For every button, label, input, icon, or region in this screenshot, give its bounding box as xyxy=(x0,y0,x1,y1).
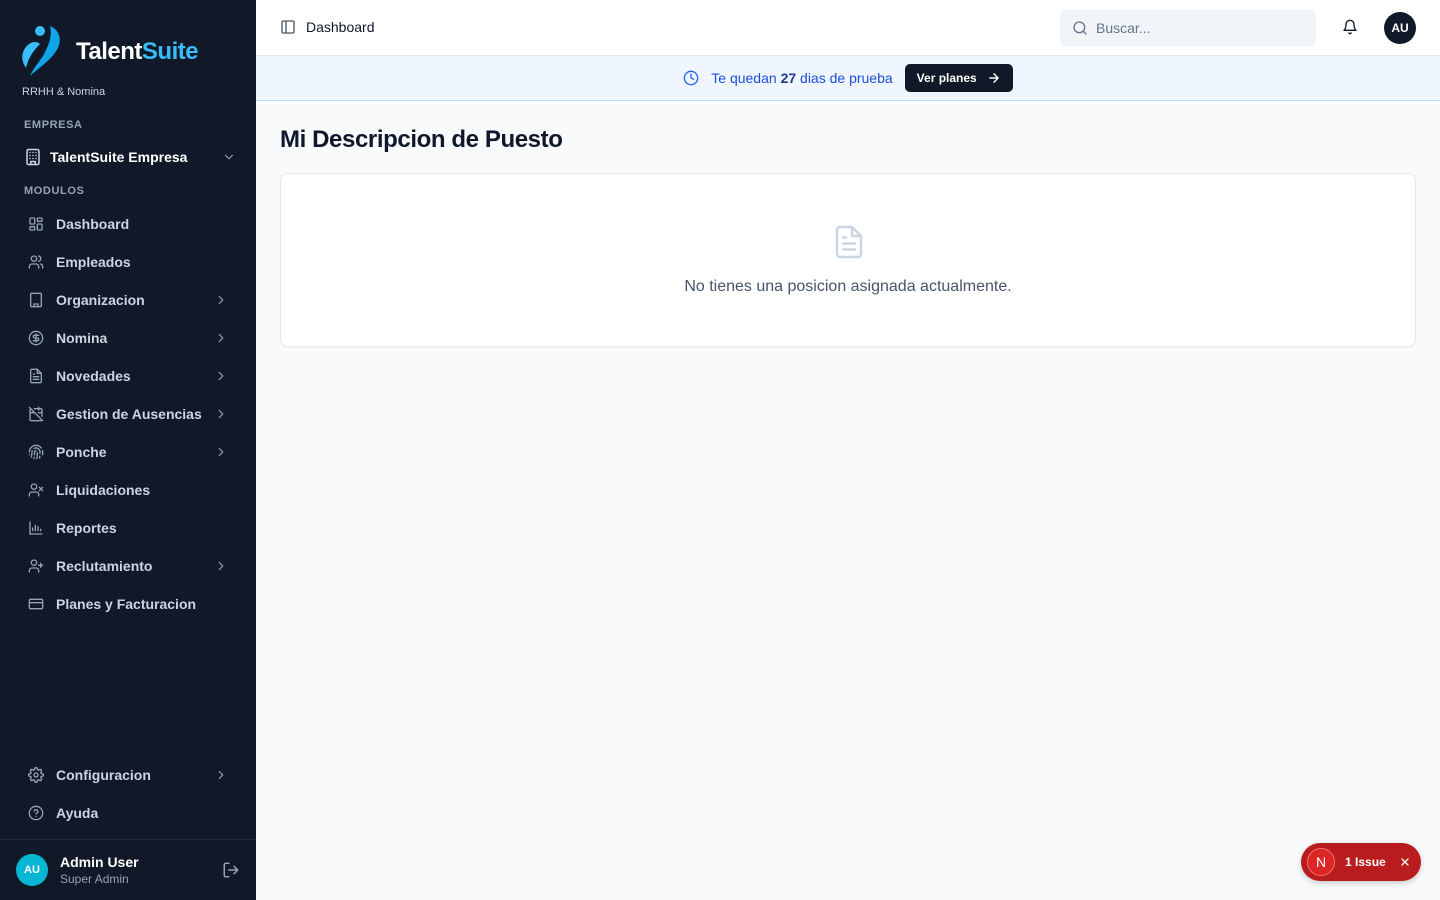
sidebar-item-empleados[interactable]: Empleados xyxy=(16,243,240,281)
arrow-right-icon xyxy=(988,73,999,83)
chevron-right-icon xyxy=(218,333,224,343)
sidebar-item-ayuda[interactable]: Ayuda xyxy=(16,794,240,832)
sidebar-item-reclutamiento[interactable]: Reclutamiento xyxy=(16,547,240,585)
bottom-nav: Configuracion Ayuda xyxy=(16,756,240,832)
trial-banner: Te quedan 27 dias de prueba Ver planes xyxy=(256,56,1440,101)
chevron-right-icon xyxy=(218,447,224,457)
users-icon xyxy=(28,255,44,269)
brand-logo[interactable]: TalentSuite xyxy=(20,20,230,80)
sidebar-item-nomina[interactable]: Nomina xyxy=(16,319,240,357)
brand-name: TalentSuite xyxy=(76,38,199,65)
sidebar-item-dashboard[interactable]: Dashboard xyxy=(16,205,240,243)
logout-icon[interactable] xyxy=(222,861,240,879)
search-input[interactable] xyxy=(1096,20,1296,36)
dollar-circle-icon xyxy=(28,330,44,346)
chevron-down-icon xyxy=(224,154,234,160)
sidebar-item-label: Reportes xyxy=(56,520,117,536)
clock-icon xyxy=(683,70,699,86)
talentsuite-logo-icon xyxy=(22,26,60,76)
sidebar-item-label: Organizacion xyxy=(56,292,145,308)
sidebar-item-liquidaciones[interactable]: Liquidaciones xyxy=(16,471,240,509)
sidebar-item-label: Gestion de Ausencias xyxy=(56,406,202,422)
chevron-right-icon xyxy=(218,770,224,780)
building-icon xyxy=(30,292,42,308)
chevron-right-icon xyxy=(218,295,224,305)
sidebar-item-novedades[interactable]: Novedades xyxy=(16,357,240,395)
chevron-right-icon xyxy=(218,561,224,571)
user-plus-icon xyxy=(28,559,44,573)
sidebar-toggle-icon[interactable] xyxy=(280,19,296,35)
user-name: Admin User xyxy=(60,854,139,870)
fingerprint-icon xyxy=(28,444,44,460)
close-icon[interactable] xyxy=(1399,856,1411,868)
file-text-icon xyxy=(30,368,42,384)
sidebar-item-configuracion[interactable]: Configuracion xyxy=(16,756,240,794)
company-name: TalentSuite Empresa xyxy=(50,149,188,165)
sidebar-item-label: Empleados xyxy=(56,254,131,270)
company-section-label: EMPRESA xyxy=(24,119,83,131)
empty-state-card: No tienes una posicion asignada actualme… xyxy=(280,173,1416,347)
search-icon xyxy=(1073,21,1087,35)
sidebar-item-reportes[interactable]: Reportes xyxy=(16,509,240,547)
user-profile: AU Admin User Super Admin xyxy=(0,839,256,900)
sidebar-item-label: Ponche xyxy=(56,444,107,460)
user-x-icon xyxy=(28,483,44,497)
sidebar-item-label: Liquidaciones xyxy=(56,482,151,498)
document-icon xyxy=(835,225,863,259)
bell-icon[interactable] xyxy=(1342,19,1358,35)
breadcrumb: Dashboard xyxy=(306,19,375,35)
chevron-right-icon xyxy=(218,371,224,381)
sidebar-item-label: Configuracion xyxy=(56,767,151,783)
sidebar-item-gestion-ausencias[interactable]: Gestion de Ausencias xyxy=(16,395,240,433)
sidebar-item-label: Reclutamiento xyxy=(56,558,153,574)
search-bar[interactable] xyxy=(1060,10,1316,46)
avatar[interactable]: AU xyxy=(16,854,48,886)
grid-icon xyxy=(29,217,43,231)
sidebar-item-label: Planes y Facturacion xyxy=(56,596,197,612)
user-meta: Admin User Super Admin xyxy=(60,854,139,886)
chevron-right-icon xyxy=(218,409,224,419)
sidebar-item-organizacion[interactable]: Organizacion xyxy=(16,281,240,319)
sidebar-item-label: Ayuda xyxy=(56,805,99,821)
settings-icon xyxy=(28,767,44,783)
sidebar-item-planes-facturacion[interactable]: Planes y Facturacion xyxy=(16,585,240,623)
sidebar-item-label: Dashboard xyxy=(56,216,130,232)
issue-count: 1 Issue xyxy=(1345,855,1386,869)
issue-toast[interactable]: N 1 Issue xyxy=(1301,843,1421,881)
help-circle-icon xyxy=(28,805,44,821)
building-icon xyxy=(26,148,40,166)
module-nav: Dashboard Empleados Organizacion Nomina … xyxy=(16,205,240,623)
trial-message: Te quedan 27 dias de prueba xyxy=(711,70,893,86)
sidebar: TalentSuite RRHH & Nomina EMPRESA Talent… xyxy=(0,0,256,900)
modules-section-label: MODULOS xyxy=(24,185,85,197)
top-header: Dashboard AU xyxy=(256,0,1440,56)
sidebar-item-label: Nomina xyxy=(56,330,108,346)
view-plans-button[interactable]: Ver planes xyxy=(904,64,1013,92)
trial-days: 27 xyxy=(780,70,797,86)
credit-card-icon xyxy=(28,598,44,610)
avatar[interactable]: AU xyxy=(1384,12,1416,44)
brand-subtitle: RRHH & Nomina xyxy=(22,86,106,98)
page-title: Mi Descripcion de Puesto xyxy=(280,126,563,153)
bar-chart-icon xyxy=(29,521,43,535)
empty-message: No tienes una posicion asignada actualme… xyxy=(684,278,1012,295)
sidebar-item-label: Novedades xyxy=(56,368,131,384)
user-role: Super Admin xyxy=(60,872,129,886)
calendar-off-icon xyxy=(28,406,44,422)
sidebar-item-ponche[interactable]: Ponche xyxy=(16,433,240,471)
next-badge-icon: N xyxy=(1307,848,1335,876)
company-selector[interactable]: TalentSuite Empresa xyxy=(24,144,236,170)
